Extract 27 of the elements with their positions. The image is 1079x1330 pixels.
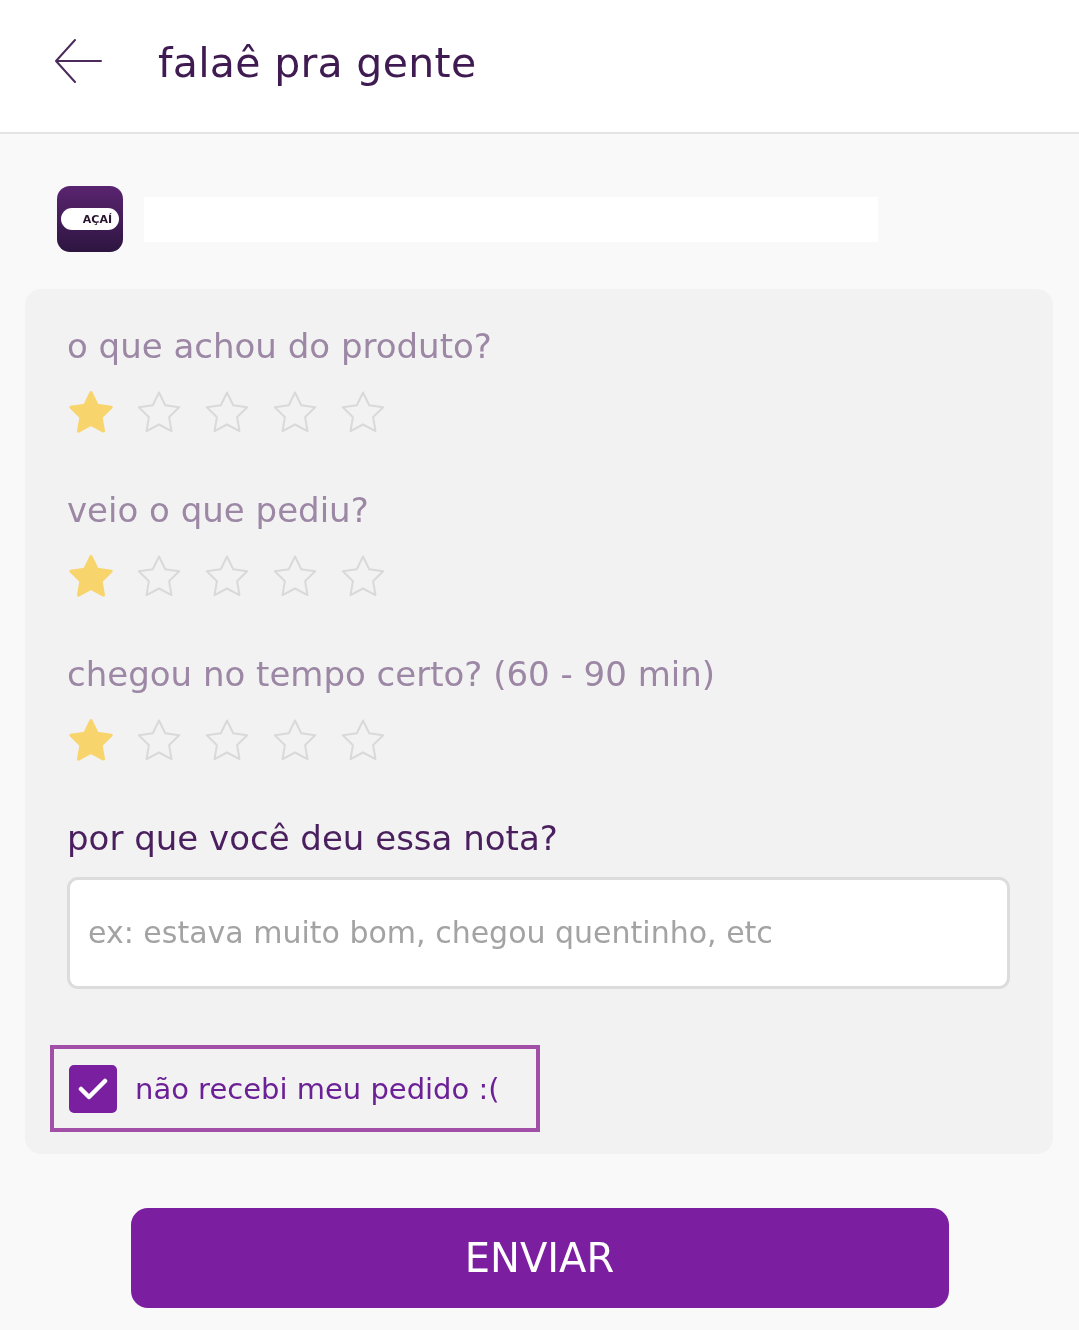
not-received-option[interactable]: não recebi meu pedido :(	[50, 1045, 540, 1132]
page-title: falaê pra gente	[158, 39, 477, 87]
filled-star-icon[interactable]	[67, 717, 115, 763]
logo-text: AÇAÍ	[61, 208, 119, 230]
question-label: veio o que pediu?	[67, 489, 370, 531]
empty-star-icon[interactable]	[339, 389, 387, 435]
empty-star-icon[interactable]	[135, 717, 183, 763]
empty-star-icon[interactable]	[135, 553, 183, 599]
empty-star-icon[interactable]	[271, 717, 319, 763]
checkbox[interactable]	[69, 1064, 117, 1113]
empty-star-icon[interactable]	[271, 389, 319, 435]
empty-star-icon[interactable]	[339, 553, 387, 599]
empty-star-icon[interactable]	[339, 717, 387, 763]
submit-button[interactable]: ENVIAR	[130, 1208, 949, 1308]
empty-star-icon[interactable]	[135, 389, 183, 435]
filled-star-icon[interactable]	[67, 553, 115, 599]
comment-field[interactable]: ex: estava muito bom, chegou quentinho, etc	[67, 877, 1010, 989]
empty-star-icon[interactable]	[203, 717, 251, 763]
filled-star-icon[interactable]	[67, 389, 115, 435]
back-arrow-icon[interactable]	[54, 37, 102, 85]
comment-label: por que você deu essa nota?	[67, 817, 559, 859]
question-label: chegou no tempo certo? (60 - 90 min)	[67, 653, 717, 695]
check-icon	[78, 1076, 108, 1101]
empty-star-icon[interactable]	[271, 553, 319, 599]
question-label: o que achou do produto?	[67, 325, 493, 367]
empty-star-icon[interactable]	[203, 553, 251, 599]
empty-star-icon[interactable]	[203, 389, 251, 435]
